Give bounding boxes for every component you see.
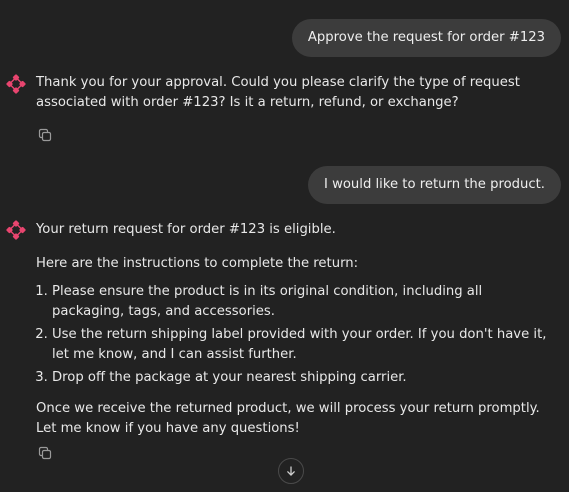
assistant-message: Thank you for your approval. Could you p…: [36, 73, 555, 113]
assistant-logo-icon: [6, 220, 26, 240]
assistant-message: Your return request for order #123 is el…: [36, 220, 555, 439]
copy-icon[interactable]: [38, 128, 52, 142]
assistant-message-text: Thank you for your approval. Could you p…: [36, 75, 520, 110]
instruction-step: Drop off the package at your nearest shi…: [52, 368, 555, 388]
user-message-text: I would like to return the product.: [323, 177, 545, 192]
instruction-step: Use the return shipping label provided w…: [52, 325, 555, 365]
assistant-message-closing: Once we receive the returned product, we…: [36, 401, 540, 436]
scroll-down-button[interactable]: [278, 458, 304, 484]
assistant-message-line: Your return request for order #123 is el…: [36, 222, 336, 237]
user-message-text: Approve the request for order #123: [307, 30, 545, 45]
user-message-bubble: Approve the request for order #123: [291, 19, 561, 57]
assistant-logo-icon: [6, 74, 26, 94]
arrow-down-icon: [287, 466, 295, 476]
assistant-message-line: Here are the instructions to complete th…: [36, 256, 359, 271]
user-message-bubble: I would like to return the product.: [307, 166, 561, 204]
instruction-step: Please ensure the product is in its orig…: [52, 282, 555, 322]
copy-icon[interactable]: [38, 446, 52, 460]
instruction-list: Please ensure the product is in its orig…: [36, 282, 555, 388]
